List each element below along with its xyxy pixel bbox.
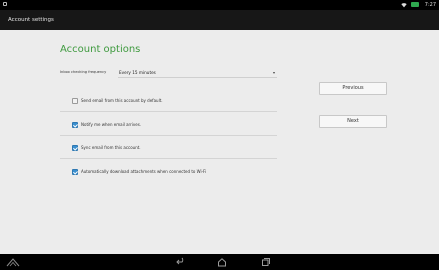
frequency-label: Inbox checking frequency xyxy=(60,70,107,74)
action-bar-title: Account settings xyxy=(8,17,54,23)
option-send-default[interactable]: Send email from this account by default. xyxy=(60,92,277,112)
divider xyxy=(60,158,277,159)
action-bar: Account settings xyxy=(0,10,439,30)
divider xyxy=(60,111,277,112)
home-icon[interactable] xyxy=(217,257,227,267)
spinner-underline xyxy=(118,77,277,78)
account-options-panel: Account options Inbox checking frequency… xyxy=(0,30,439,254)
option-label: Send email from this account by default. xyxy=(81,98,163,103)
notification-icon xyxy=(3,2,7,6)
option-label: Automatically download attachments when … xyxy=(81,169,207,174)
dropdown-arrow-icon[interactable] xyxy=(273,72,275,74)
next-button[interactable]: Next xyxy=(319,115,387,128)
frequency-spinner[interactable]: Inbox checking frequency Every 15 minute… xyxy=(60,68,277,78)
wifi-icon xyxy=(401,3,407,8)
back-icon[interactable] xyxy=(176,257,186,267)
checkbox-notify[interactable] xyxy=(72,122,78,128)
option-label: Notify me when email arrives. xyxy=(81,122,142,127)
frequency-value[interactable]: Every 15 minutes xyxy=(119,70,156,76)
page-title: Account options xyxy=(60,44,141,55)
checkbox-sync[interactable] xyxy=(72,145,78,151)
option-notify[interactable]: Notify me when email arrives. xyxy=(60,116,277,136)
option-auto-download[interactable]: Automatically download attachments when … xyxy=(60,163,277,183)
previous-button[interactable]: Previous xyxy=(319,82,387,95)
navigation-bar xyxy=(0,254,439,270)
recent-apps-icon[interactable] xyxy=(261,257,271,267)
status-time: 7:27 xyxy=(424,2,436,8)
status-bar: 7:27 xyxy=(0,0,439,10)
checkbox-send-default[interactable] xyxy=(72,98,78,104)
checkbox-auto-download[interactable] xyxy=(72,169,78,175)
divider xyxy=(60,135,277,136)
option-sync[interactable]: Sync email from this account. xyxy=(60,139,277,159)
battery-icon xyxy=(411,2,419,7)
option-label: Sync email from this account. xyxy=(81,145,141,150)
app-logo-icon[interactable] xyxy=(6,257,20,267)
